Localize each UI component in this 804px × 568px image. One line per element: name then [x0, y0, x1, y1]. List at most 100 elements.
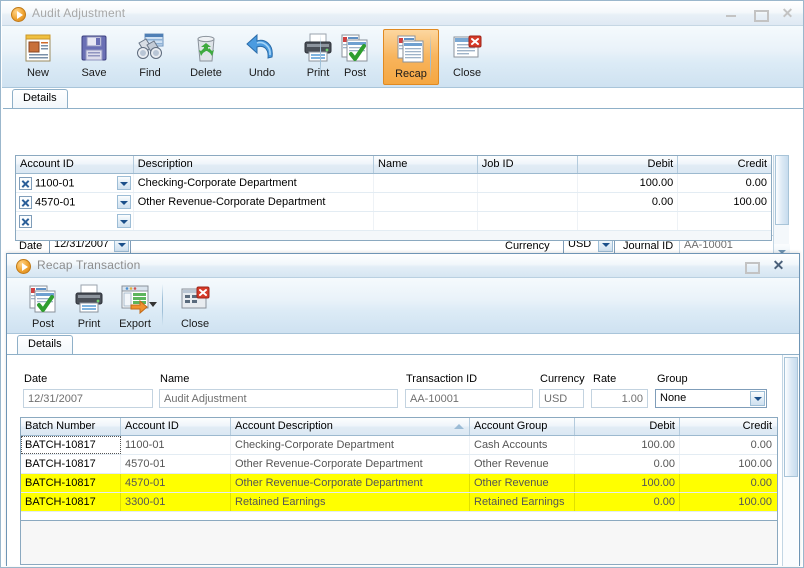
cell-debit[interactable]: 0.00: [575, 455, 680, 473]
cell-batch-number[interactable]: BATCH-10817: [21, 474, 121, 492]
column-credit[interactable]: Credit: [680, 418, 776, 435]
recap-export-label: Export: [119, 318, 151, 330]
cell-job-id[interactable]: [478, 174, 578, 192]
cell-credit[interactable]: 0.00: [678, 174, 771, 192]
tab-details-outer[interactable]: Details: [12, 89, 68, 108]
transaction-id-field[interactable]: AA-10001: [405, 389, 533, 408]
table-row-new[interactable]: [16, 212, 771, 231]
cell-debit[interactable]: 100.00: [575, 474, 680, 492]
cell-account-id[interactable]: 1100-01: [16, 174, 134, 192]
cell-account-id[interactable]: 3300-01: [121, 493, 231, 511]
chevron-down-icon[interactable]: [149, 300, 158, 309]
cell-credit[interactable]: 100.00: [678, 193, 771, 211]
cell-credit[interactable]: 0.00: [680, 436, 776, 454]
cell-debit[interactable]: 100.00: [575, 436, 680, 454]
row-delete-icon[interactable]: [19, 177, 32, 190]
table-row[interactable]: 4570-01 Other Revenue-Corporate Departme…: [16, 193, 771, 212]
date-field-inner[interactable]: 12/31/2007: [23, 389, 153, 408]
column-debit[interactable]: Debit: [577, 156, 679, 173]
currency-label-inner: Currency: [540, 373, 585, 385]
table-row[interactable]: BATCH-10817 1100-01 Checking-Corporate D…: [21, 436, 777, 455]
cell-account-description[interactable]: Other Revenue-Corporate Department: [231, 474, 470, 492]
cell-account-id[interactable]: 4570-01: [121, 455, 231, 473]
column-account-id[interactable]: Account ID: [121, 418, 231, 435]
cell-job-id[interactable]: [478, 212, 578, 230]
close-icon[interactable]: ✕: [779, 6, 796, 21]
group-combo[interactable]: None: [655, 389, 767, 408]
outer-grid-scrollbar[interactable]: [773, 155, 790, 260]
find-button[interactable]: Find: [122, 29, 178, 85]
recap-close-button[interactable]: Close: [167, 280, 223, 336]
column-batch-number[interactable]: Batch Number: [21, 418, 121, 435]
cell-account-id[interactable]: 4570-01: [121, 474, 231, 492]
cell-account-group[interactable]: Cash Accounts: [470, 436, 575, 454]
column-name[interactable]: Name: [374, 156, 478, 173]
cell-credit[interactable]: 100.00: [680, 455, 776, 473]
cell-account-description[interactable]: Checking-Corporate Department: [231, 436, 470, 454]
new-button[interactable]: New: [10, 29, 66, 85]
column-description[interactable]: Description: [133, 156, 375, 173]
maximize-icon[interactable]: [742, 258, 760, 274]
transaction-id-label: Transaction ID: [406, 373, 478, 385]
scrollbar-thumb[interactable]: [775, 155, 789, 225]
close-button[interactable]: Close: [439, 29, 495, 85]
cell-batch-number[interactable]: BATCH-10817: [21, 436, 121, 454]
close-icon[interactable]: ✕: [770, 258, 787, 273]
table-row[interactable]: 1100-01 Checking-Corporate Department 10…: [16, 174, 771, 193]
chevron-down-icon[interactable]: [750, 391, 765, 406]
row-delete-icon[interactable]: [19, 196, 32, 209]
minimize-icon[interactable]: [723, 6, 740, 21]
save-button[interactable]: Save: [66, 29, 122, 85]
cell-debit[interactable]: 0.00: [575, 493, 680, 511]
cell-batch-number[interactable]: BATCH-10817: [21, 455, 121, 473]
recap-window-scrollbar[interactable]: [782, 355, 798, 566]
table-row-highlighted[interactable]: BATCH-10817 3300-01 Retained Earnings Re…: [21, 493, 777, 512]
cell-batch-number[interactable]: BATCH-10817: [21, 493, 121, 511]
cell-debit[interactable]: 0.00: [578, 193, 679, 211]
cell-debit[interactable]: 100.00: [578, 174, 679, 192]
cell-account-id[interactable]: [16, 212, 134, 230]
column-credit[interactable]: Credit: [678, 156, 771, 173]
cell-account-group[interactable]: Other Revenue: [470, 455, 575, 473]
column-account-description[interactable]: Account Description: [231, 418, 470, 435]
cell-description[interactable]: [134, 212, 375, 230]
cell-name[interactable]: [374, 212, 478, 230]
chevron-down-icon[interactable]: [116, 176, 131, 190]
cell-credit[interactable]: 100.00: [680, 493, 776, 511]
cell-description[interactable]: Other Revenue-Corporate Department: [134, 193, 375, 211]
cell-account-id[interactable]: 4570-01: [16, 193, 134, 211]
column-debit[interactable]: Debit: [575, 418, 680, 435]
recap-grid-header: Batch Number Account ID Account Descript…: [21, 418, 777, 436]
cell-credit[interactable]: 0.00: [680, 474, 776, 492]
outer-titlebar[interactable]: Audit Adjustment ✕: [2, 2, 803, 26]
cell-debit[interactable]: [578, 212, 679, 230]
post-button[interactable]: Post: [327, 29, 383, 85]
column-account-id[interactable]: Account ID: [16, 156, 134, 173]
row-delete-icon[interactable]: [19, 215, 32, 228]
cell-account-group[interactable]: Retained Earnings: [470, 493, 575, 511]
table-row-highlighted[interactable]: BATCH-10817 4570-01 Other Revenue-Corpor…: [21, 474, 777, 493]
cell-description[interactable]: Checking-Corporate Department: [134, 174, 375, 192]
scrollbar-thumb[interactable]: [784, 357, 798, 477]
table-row[interactable]: BATCH-10817 4570-01 Other Revenue-Corpor…: [21, 455, 777, 474]
cell-account-group[interactable]: Other Revenue: [470, 474, 575, 492]
cell-name[interactable]: [374, 174, 478, 192]
maximize-icon[interactable]: [751, 6, 769, 22]
rate-field[interactable]: 1.00: [591, 389, 648, 408]
column-job-id[interactable]: Job ID: [477, 156, 578, 173]
currency-field-inner[interactable]: USD: [539, 389, 584, 408]
delete-button[interactable]: Delete: [178, 29, 234, 85]
outer-toolbar: New Save Find Delete Undo Print Post Rec…: [2, 26, 803, 88]
column-account-group[interactable]: Account Group: [470, 418, 575, 435]
cell-credit[interactable]: [678, 212, 771, 230]
cell-account-id[interactable]: 1100-01: [121, 436, 231, 454]
chevron-down-icon[interactable]: [116, 214, 131, 228]
cell-job-id[interactable]: [478, 193, 578, 211]
chevron-down-icon[interactable]: [116, 195, 131, 209]
tab-details-inner[interactable]: Details: [17, 335, 73, 354]
cell-account-description[interactable]: Retained Earnings: [231, 493, 470, 511]
name-field-inner[interactable]: Audit Adjustment: [159, 389, 398, 408]
cell-account-description[interactable]: Other Revenue-Corporate Department: [231, 455, 470, 473]
inner-titlebar[interactable]: Recap Transaction ✕: [7, 254, 799, 278]
cell-name[interactable]: [374, 193, 478, 211]
